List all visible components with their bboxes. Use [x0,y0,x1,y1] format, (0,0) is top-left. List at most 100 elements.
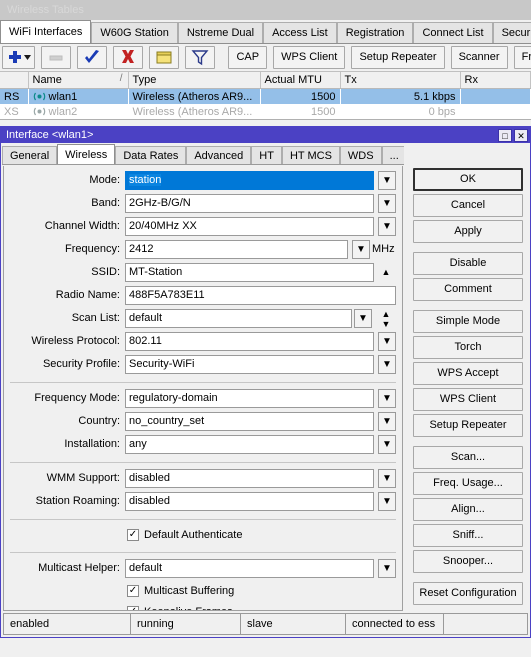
col-flags[interactable] [0,72,29,89]
dialog-tab-wds[interactable]: WDS [339,146,382,164]
checkbox-keepalive-frames[interactable]: ✓ Keepalive Frames [4,603,402,610]
enable-button[interactable] [77,46,108,69]
dialog-tab-advanced[interactable]: Advanced [186,146,252,164]
mode-dropdown-icon[interactable]: ▼​ [378,171,396,190]
dialog-tab-ht[interactable]: HT [251,146,282,164]
field-scan-list-label: Scan List: [71,312,120,324]
wps-client-button[interactable]: WPS Client [273,46,346,69]
band-dropdown-icon[interactable]: ▼ [378,194,396,213]
frequency-mode-dropdown-icon[interactable]: ▼ [378,389,396,408]
tab-w60g-station[interactable]: W60G Station [91,22,178,43]
security-profile-dropdown-icon[interactable]: ▼ [378,355,396,374]
setup-repeater-button[interactable]: Setup Repeater [351,46,445,69]
close-icon[interactable]: ✕ [514,129,528,142]
restore-icon[interactable]: □ [498,129,512,142]
freq-usage-button[interactable]: Freq. Usage [513,46,531,69]
funnel-icon [191,50,209,66]
dialog-button-column: OK Cancel Apply Disable Comment Simple M… [409,166,527,611]
comment-button[interactable]: Comment [413,278,523,301]
wmm-support-dropdown-icon[interactable]: ▼ [378,469,396,488]
col-rx[interactable]: Rx [460,72,531,89]
status-slave: slave [241,614,346,634]
setup-repeater-button[interactable]: Setup Repeater [413,414,523,437]
dialog-tab-data-rates[interactable]: Data Rates [115,146,187,164]
dialog-tab-general[interactable]: General [2,146,58,164]
field-ssid-label: SSID: [91,266,120,278]
scan-list-stepper-icon[interactable]: ▲ ▼ [377,309,395,329]
freq-usage-button[interactable]: Freq. Usage... [413,472,523,495]
station-roaming-dropdown-icon[interactable]: ▼ [378,492,396,511]
col-name[interactable]: Name / [28,72,129,89]
wireless-protocol-input[interactable]: 802.11 [125,332,374,351]
multicast-helper-dropdown-icon[interactable]: ▼ [378,559,396,578]
scan-list-input[interactable]: default [125,309,352,328]
scan-button[interactable]: Scan... [413,446,523,469]
comment-button[interactable] [149,46,180,69]
tab-registration[interactable]: Registration [336,22,414,43]
frequency-mode-input[interactable]: regulatory-domain [125,389,374,408]
installation-input[interactable]: any [125,435,374,454]
dialog-tab-wireless[interactable]: Wireless [57,144,116,164]
tab-connect-list[interactable]: Connect List [413,22,493,43]
mode-input[interactable]: station [125,171,374,190]
interface-table: Name / Type Actual MTU Tx Rx RS wlan1 Wi… [0,72,531,119]
apply-button[interactable]: Apply [413,220,523,243]
channel-width-dropdown-icon[interactable]: ▼ [378,217,396,236]
checkbox-default-authenticate[interactable]: ✓ Default Authenticate [4,526,402,547]
ssid-input[interactable]: MT-Station [125,263,374,282]
table-row[interactable]: RS wlan1 Wireless (Atheros AR9... 1500 5… [0,88,531,104]
checkbox-multicast-buffering[interactable]: ✓ Multicast Buffering [4,582,402,603]
scan-list-dropdown-icon[interactable]: ▼ [354,309,372,328]
reset-configuration-button[interactable]: Reset Configuration [413,582,523,605]
add-button[interactable] [2,46,35,69]
cancel-button[interactable]: Cancel [413,194,523,217]
security-profile-input[interactable]: Security-WiFi [125,355,374,374]
ssid-expand-icon[interactable]: ▲ [377,263,395,282]
wps-accept-button[interactable]: WPS Accept [413,362,523,385]
frequency-unit-label: MHz [372,243,395,255]
torch-button[interactable]: Torch [413,336,523,359]
tab-security-profiles[interactable]: Security Profil [492,22,531,43]
ok-button[interactable]: OK [413,168,523,191]
keepalive-frames-checkbox[interactable]: ✓ [127,606,139,610]
window-title: Wireless Tables [0,0,531,20]
frequency-dropdown-icon[interactable]: ▼ [352,240,370,259]
filter-button[interactable] [185,46,216,69]
country-dropdown-icon[interactable]: ▼ [378,412,396,431]
dialog-titlebar[interactable]: Interface <wlan1> □ ✕ [1,127,530,143]
wireless-tables-window: Wireless Tables WiFi Interfaces W60G Stat… [0,0,531,657]
radio-name-input[interactable]: 488F5A783E11 [125,286,396,305]
multicast-buffering-checkbox[interactable]: ✓ [127,585,139,597]
main-tabstrip: WiFi Interfaces W60G Station Nstreme Dual A… [0,20,531,44]
disable-button[interactable]: Disable [413,252,523,275]
col-type[interactable]: Type [128,72,261,89]
channel-width-input[interactable]: 20/40MHz XX [125,217,374,236]
disable-button[interactable] [113,46,144,69]
simple-mode-button[interactable]: Simple Mode [413,310,523,333]
align-button[interactable]: Align... [413,498,523,521]
band-input[interactable]: 2GHz-B/G/N [125,194,374,213]
tab-wifi-interfaces[interactable]: WiFi Interfaces [0,20,92,43]
cap-button[interactable]: CAP [228,46,268,69]
tab-access-list[interactable]: Access List [263,22,337,43]
dialog-tab-ht-mcs[interactable]: HT MCS [281,146,340,164]
table-row[interactable]: XS wlan2 Wireless (Atheros AR9... 1500 0… [0,104,531,119]
tab-nstreme-dual[interactable]: Nstreme Dual [177,22,264,43]
default-authenticate-checkbox[interactable]: ✓ [127,529,139,541]
country-input[interactable]: no_country_set [125,412,374,431]
multicast-helper-input[interactable]: default [125,559,374,578]
station-roaming-input[interactable]: disabled [125,492,374,511]
sniff-button[interactable]: Sniff... [413,524,523,547]
wireless-protocol-dropdown-icon[interactable]: ▼ [378,332,396,351]
scanner-button[interactable]: Scanner [450,46,508,69]
wps-client-button[interactable]: WPS Client [413,388,523,411]
col-tx[interactable]: Tx [340,72,461,89]
col-actual-mtu[interactable]: Actual MTU [260,72,341,89]
remove-button[interactable] [41,46,72,69]
installation-dropdown-icon[interactable]: ▼ [378,435,396,454]
dialog-tab-more[interactable]: ... [381,146,404,164]
field-station-roaming-label: Station Roaming: [35,495,120,507]
snooper-button[interactable]: Snooper... [413,550,523,573]
frequency-input[interactable]: 2412 [125,240,348,259]
wmm-support-input[interactable]: disabled [125,469,374,488]
